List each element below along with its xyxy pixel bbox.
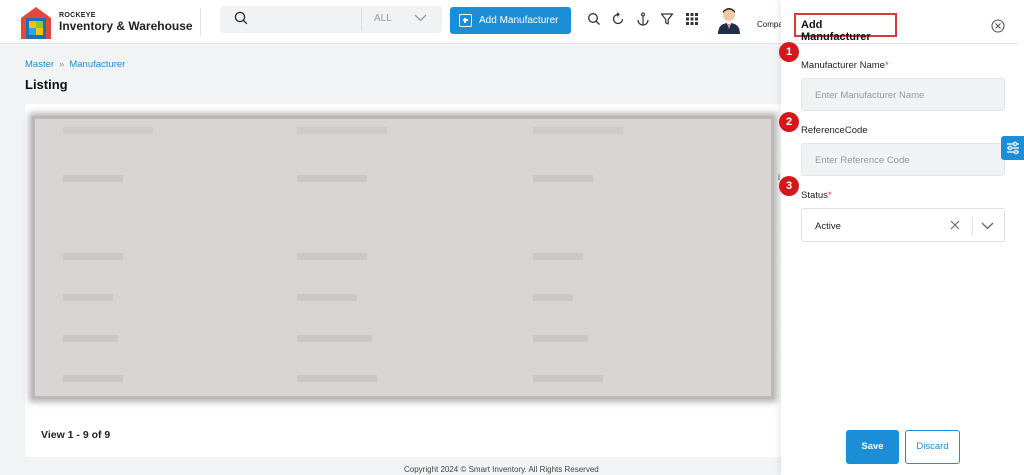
sliders-icon xyxy=(1007,141,1019,155)
brand-small-text: ROCKEYE xyxy=(59,12,96,19)
manufacturer-name-label-text: Manufacturer Name xyxy=(801,60,885,71)
breadcrumb-master[interactable]: Master xyxy=(25,59,54,70)
apps-grid-icon[interactable] xyxy=(685,12,699,26)
header-divider xyxy=(200,8,201,36)
pagination-summary: View 1 - 9 of 9 xyxy=(41,429,111,441)
panel-title: Add Manufacturer xyxy=(794,13,897,43)
search-divider xyxy=(361,8,362,30)
chevron-down-icon[interactable] xyxy=(414,14,427,22)
add-manufacturer-button[interactable]: Add Manufacturer xyxy=(450,7,571,34)
panel-divider xyxy=(781,43,1019,44)
step-badge-3: 3 xyxy=(779,176,799,196)
required-asterisk: * xyxy=(827,190,832,201)
search-icon[interactable] xyxy=(587,12,601,26)
rockeye-logo xyxy=(21,7,51,39)
breadcrumb-manufacturer[interactable]: Manufacturer xyxy=(69,59,125,70)
clear-icon[interactable] xyxy=(950,220,960,230)
blurred-table-overlay xyxy=(32,116,774,399)
breadcrumb-chevron-icon: » xyxy=(59,59,65,70)
add-manufacturer-label: Add Manufacturer xyxy=(479,15,559,26)
status-label: Status* xyxy=(801,190,832,201)
breadcrumb: Master » Manufacturer xyxy=(25,59,125,70)
global-search-box[interactable] xyxy=(220,6,442,33)
footer-copyright: Copyright 2024 © Smart Inventory. All Ri… xyxy=(404,465,599,474)
select-divider xyxy=(972,217,973,235)
company-label[interactable]: Compa xyxy=(757,20,783,29)
filter-icon[interactable] xyxy=(660,12,674,26)
chevron-down-icon[interactable] xyxy=(981,222,994,230)
page-title: Listing xyxy=(25,77,68,92)
step-badge-2: 2 xyxy=(779,112,799,132)
step-badge-1: 1 xyxy=(779,42,799,62)
required-asterisk: * xyxy=(884,60,889,71)
close-icon[interactable] xyxy=(991,19,1005,33)
brand-name: Inventory & Warehouse xyxy=(59,19,193,33)
refresh-icon[interactable] xyxy=(611,12,625,26)
discard-button[interactable]: Discard xyxy=(905,430,960,464)
status-select-value: Active xyxy=(815,221,841,232)
reference-code-input[interactable]: Enter Reference Code xyxy=(801,143,1005,176)
settings-toggle[interactable] xyxy=(1001,136,1024,160)
user-avatar[interactable] xyxy=(716,6,742,34)
search-scope-value[interactable]: ALL xyxy=(374,13,392,24)
search-icon[interactable] xyxy=(234,11,248,25)
save-button[interactable]: Save xyxy=(846,430,899,464)
status-select[interactable]: Active xyxy=(801,208,1005,242)
plus-square-icon xyxy=(459,14,472,27)
anchor-icon[interactable] xyxy=(636,12,650,26)
manufacturer-name-label: Manufacturer Name* xyxy=(801,60,889,71)
status-label-text: Status xyxy=(801,190,828,201)
reference-code-label: ReferenceCode xyxy=(801,125,868,136)
manufacturer-name-input[interactable]: Enter Manufacturer Name xyxy=(801,78,1005,111)
